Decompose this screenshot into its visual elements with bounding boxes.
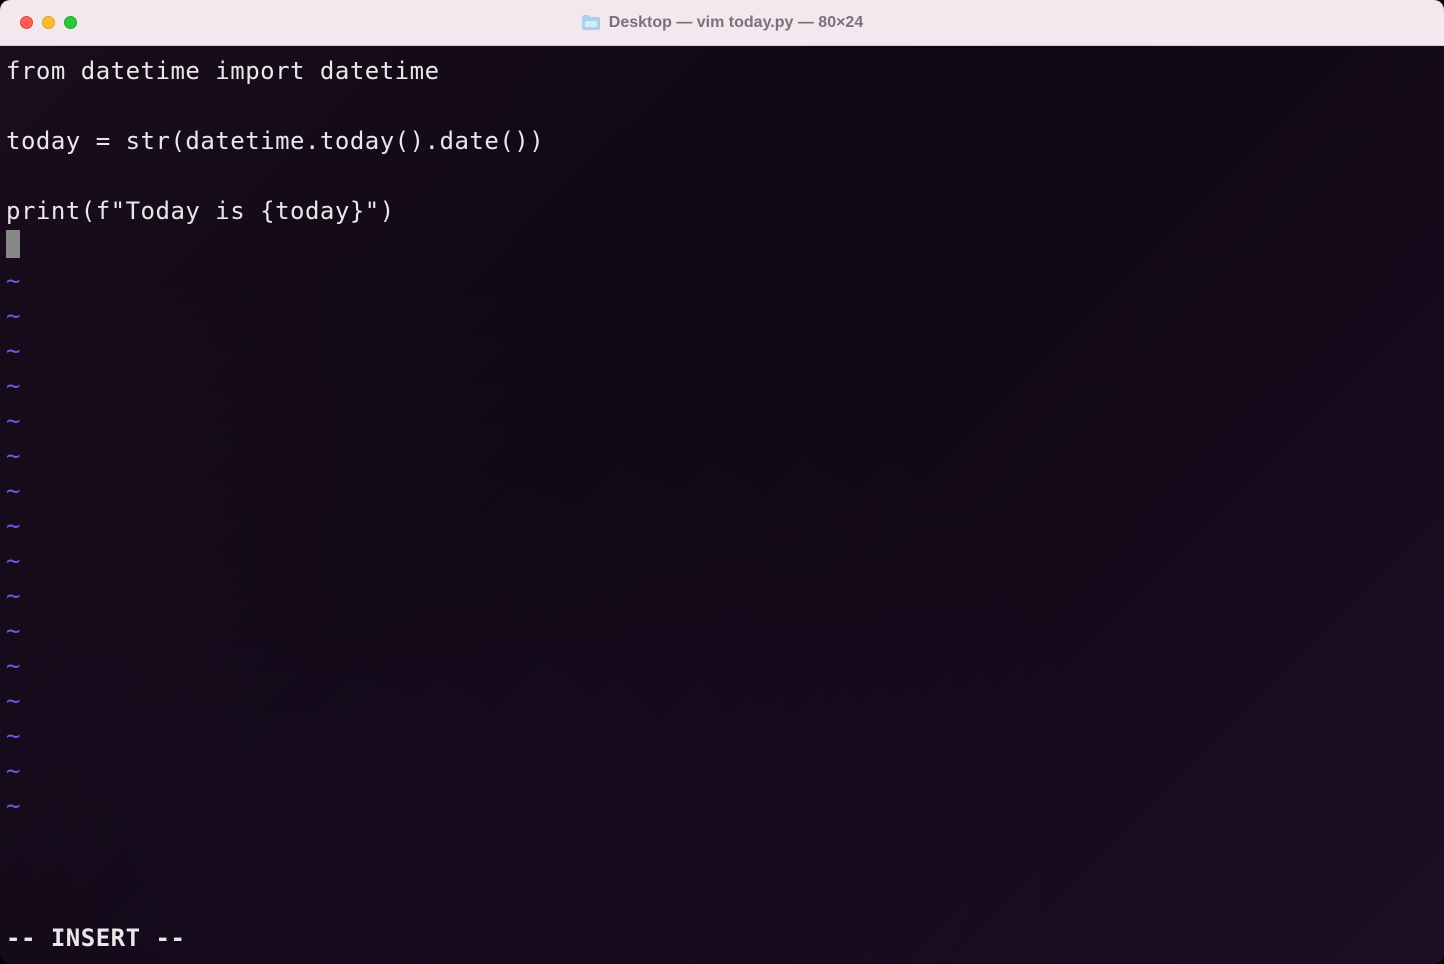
- empty-line-tilde: ~: [6, 404, 1438, 439]
- maximize-button[interactable]: [64, 16, 77, 29]
- empty-line-tilde: ~: [6, 614, 1438, 649]
- empty-line-tilde: ~: [6, 369, 1438, 404]
- terminal-window: Desktop — vim today.py — 80×24 from date…: [0, 0, 1444, 964]
- cursor: [6, 230, 20, 258]
- window-title: Desktop — vim today.py — 80×24: [609, 14, 863, 32]
- code-line[interactable]: from datetime import datetime: [6, 54, 1438, 89]
- empty-line-tilde: ~: [6, 684, 1438, 719]
- title-area: Desktop — vim today.py — 80×24: [0, 14, 1444, 32]
- terminal-area[interactable]: from datetime import datetime today = st…: [0, 46, 1444, 964]
- folder-icon: [581, 15, 601, 31]
- editor-content[interactable]: from datetime import datetime today = st…: [6, 54, 1438, 824]
- close-button[interactable]: [20, 16, 33, 29]
- empty-line-tilde: ~: [6, 509, 1438, 544]
- code-line[interactable]: print(f"Today is {today}"): [6, 194, 1438, 229]
- empty-line-tilde: ~: [6, 264, 1438, 299]
- code-line[interactable]: [6, 159, 1438, 194]
- code-line[interactable]: today = str(datetime.today().date()): [6, 124, 1438, 159]
- empty-line-tilde: ~: [6, 334, 1438, 369]
- empty-line-tilde: ~: [6, 544, 1438, 579]
- empty-line-tilde: ~: [6, 649, 1438, 684]
- titlebar[interactable]: Desktop — vim today.py — 80×24: [0, 0, 1444, 46]
- code-line[interactable]: [6, 89, 1438, 124]
- cursor-line[interactable]: [6, 229, 1438, 264]
- empty-line-tilde: ~: [6, 439, 1438, 474]
- empty-line-tilde: ~: [6, 719, 1438, 754]
- minimize-button[interactable]: [42, 16, 55, 29]
- traffic-lights: [20, 16, 77, 29]
- empty-line-tilde: ~: [6, 299, 1438, 334]
- empty-line-tilde: ~: [6, 579, 1438, 614]
- empty-line-tilde: ~: [6, 474, 1438, 509]
- empty-line-tilde: ~: [6, 754, 1438, 789]
- empty-line-tilde: ~: [6, 789, 1438, 824]
- vim-status-line: -- INSERT --: [6, 921, 185, 956]
